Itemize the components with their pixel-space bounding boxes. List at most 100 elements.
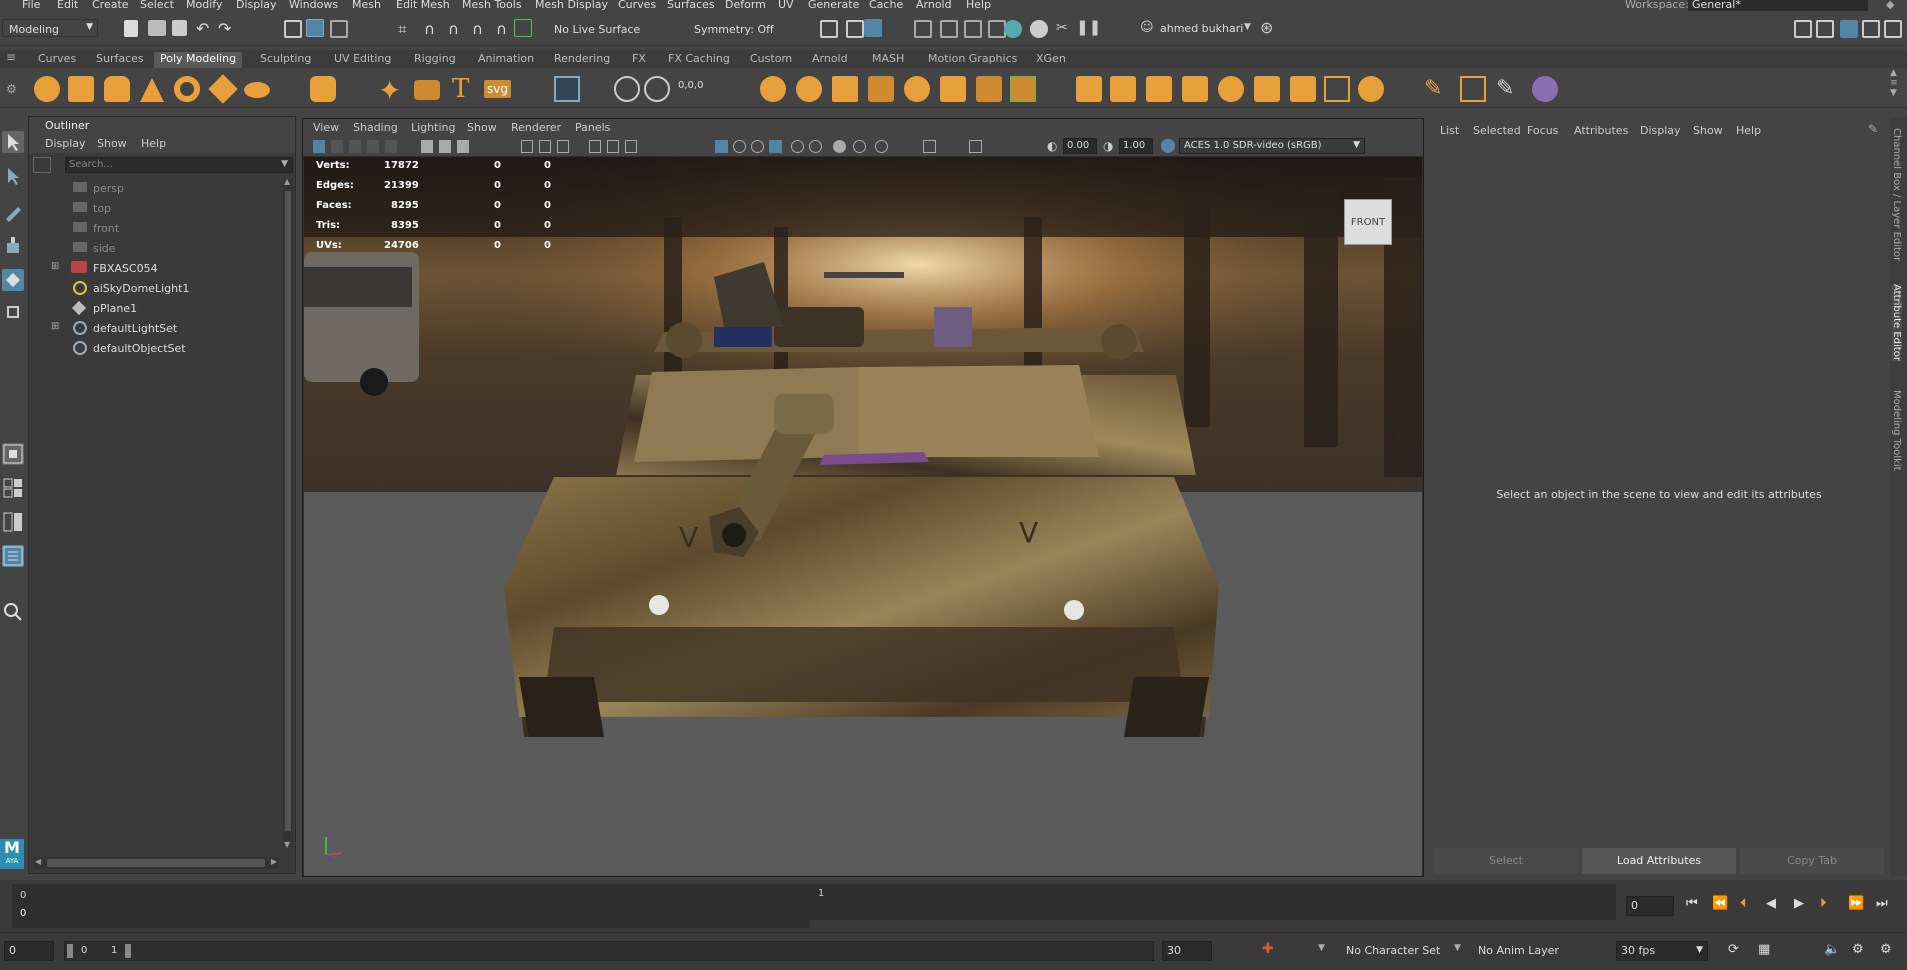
- quad-draw-icon[interactable]: [1010, 76, 1036, 102]
- select-camera-icon[interactable]: [313, 140, 325, 153]
- pause-icon[interactable]: ❚❚: [1076, 18, 1101, 36]
- tab-poly-modeling[interactable]: Poly Modeling: [154, 52, 243, 68]
- move-tool-icon[interactable]: [2, 235, 24, 257]
- svg-tool-icon[interactable]: svg: [484, 80, 511, 98]
- render-view-icon[interactable]: [846, 20, 864, 38]
- bridge-face-icon[interactable]: [832, 76, 858, 102]
- menu-mesh[interactable]: Mesh: [352, 0, 381, 11]
- redo-icon[interactable]: ↷: [218, 19, 231, 38]
- channel-box-toggle-icon[interactable]: [1840, 20, 1858, 38]
- platonic-solid-icon[interactable]: [310, 76, 336, 102]
- open-scene-icon[interactable]: [148, 20, 166, 36]
- view-transform-dropdown[interactable]: ACES 1.0 SDR-video (sRGB) ▼: [1179, 138, 1365, 154]
- poly-cylinder-icon[interactable]: [104, 76, 130, 102]
- tab-fx[interactable]: FX: [630, 52, 648, 68]
- cache-icon[interactable]: ▦: [1758, 942, 1770, 957]
- outliner-item-persp[interactable]: persp: [29, 179, 279, 199]
- outliner-item-defaultobjectset[interactable]: defaultObjectSet: [29, 339, 279, 359]
- time-slider-track-left[interactable]: 0 0: [12, 884, 810, 928]
- outliner-item-front[interactable]: front: [29, 219, 279, 239]
- tab-arnold[interactable]: Arnold: [810, 52, 850, 68]
- viewport-menu-renderer[interactable]: Renderer: [511, 121, 561, 134]
- menu-generate[interactable]: Generate: [808, 0, 859, 11]
- offset-edge-icon[interactable]: [1076, 76, 1102, 102]
- ae-menu-help[interactable]: Help: [1736, 124, 1761, 137]
- pin-icon[interactable]: ✎: [1868, 122, 1878, 136]
- gate-icon[interactable]: [923, 140, 936, 153]
- render-current-icon[interactable]: [864, 19, 882, 37]
- insert-edge-loop-icon[interactable]: [1110, 76, 1136, 102]
- gamma-field[interactable]: 1.00: [1119, 138, 1153, 154]
- depth-of-field-icon[interactable]: [875, 140, 888, 153]
- menu-mesh-display[interactable]: Mesh Display: [535, 0, 608, 11]
- ae-select-button[interactable]: Select: [1434, 848, 1578, 874]
- start-time-field[interactable]: 0: [4, 941, 54, 961]
- go-to-start-icon[interactable]: ⏮: [1686, 896, 1698, 911]
- snap-curve-icon[interactable]: ∩: [424, 20, 435, 38]
- menu-edit-mesh[interactable]: Edit Mesh: [396, 0, 450, 11]
- poly-cone-icon[interactable]: [140, 78, 164, 102]
- construction-history-icon[interactable]: [820, 20, 838, 38]
- xray-icon[interactable]: [733, 140, 746, 153]
- preferences-icon[interactable]: ⚙: [1880, 942, 1892, 957]
- two-view-layout-icon[interactable]: [2, 511, 24, 533]
- loop-icon[interactable]: ⟳: [1728, 942, 1739, 957]
- shelf-menu-icon[interactable]: ≡: [6, 50, 16, 64]
- tab-sculpting[interactable]: Sculpting: [258, 52, 313, 68]
- shaded-mode-icon[interactable]: [715, 140, 728, 153]
- arnold-ipr-icon[interactable]: ✂: [1056, 20, 1068, 36]
- step-forward-key-icon[interactable]: ⏩: [1848, 896, 1864, 911]
- ambient-occlusion-icon[interactable]: [791, 140, 804, 153]
- poly-torus-icon[interactable]: [174, 76, 200, 102]
- light-editor-icon[interactable]: [1004, 20, 1022, 38]
- ae-menu-attributes[interactable]: Attributes: [1574, 124, 1628, 137]
- menu-arnold[interactable]: Arnold: [916, 0, 952, 11]
- save-scene-icon[interactable]: [172, 20, 187, 36]
- select-component-icon[interactable]: [330, 20, 348, 38]
- layout-icon[interactable]: [1794, 20, 1812, 38]
- combine-icon[interactable]: [554, 76, 580, 102]
- 2d-pan-zoom-icon[interactable]: [385, 140, 397, 153]
- viewport-menu-shading[interactable]: Shading: [353, 121, 398, 134]
- snap-view-icon[interactable]: ∩: [472, 20, 483, 38]
- anti-aliasing-icon[interactable]: [853, 140, 866, 153]
- viewport-menu-show[interactable]: Show: [467, 121, 497, 134]
- lights-icon[interactable]: [607, 140, 619, 153]
- viewport-menu-view[interactable]: View: [313, 121, 339, 134]
- end-time-field[interactable]: 30: [1162, 941, 1212, 961]
- grid-toggle-icon[interactable]: [457, 140, 469, 153]
- poke-icon[interactable]: [1146, 76, 1172, 102]
- menu-help[interactable]: Help: [966, 0, 991, 11]
- help-search-icon[interactable]: ⊛: [1260, 18, 1273, 37]
- outliner-menu-help[interactable]: Help: [141, 137, 166, 150]
- resolution-gate-icon[interactable]: [969, 140, 982, 153]
- paint-select-tool-icon[interactable]: [2, 201, 24, 223]
- select-object-icon[interactable]: [306, 19, 324, 37]
- modeling-toolkit-toggle-icon[interactable]: [1884, 20, 1902, 38]
- image-plane-icon[interactable]: [367, 140, 379, 153]
- menu-set-dropdown[interactable]: Modeling ▼: [2, 19, 98, 37]
- conform-icon[interactable]: [1324, 76, 1350, 102]
- transfer-attributes-icon[interactable]: [1532, 76, 1558, 102]
- sculpt-brush-icon[interactable]: ✎: [1424, 76, 1442, 101]
- snap-surface-icon[interactable]: ∩: [496, 20, 507, 38]
- range-end-handle[interactable]: [125, 944, 131, 958]
- wedge-icon[interactable]: [1182, 76, 1208, 102]
- menu-windows[interactable]: Windows: [289, 0, 338, 11]
- snap-point-icon[interactable]: ∩: [448, 20, 459, 38]
- tab-animation[interactable]: Animation: [476, 52, 536, 68]
- outliner-menu-show[interactable]: Show: [97, 137, 127, 150]
- go-to-end-icon[interactable]: ⏭: [1876, 896, 1888, 911]
- user-account[interactable]: ☺ ahmed bukhari ▼: [1136, 20, 1256, 38]
- ae-menu-display[interactable]: Display: [1640, 124, 1681, 137]
- workspace-menu-icon[interactable]: ◆: [1886, 0, 1894, 11]
- sound-icon[interactable]: 🔈: [1824, 942, 1840, 957]
- single-perspective-layout-icon[interactable]: [2, 443, 24, 465]
- fps-dropdown[interactable]: 30 fps ▼: [1616, 941, 1708, 961]
- menu-modify[interactable]: Modify: [186, 0, 222, 11]
- scroll-right-icon[interactable]: ▶: [271, 857, 277, 866]
- step-back-key-icon[interactable]: ⏪: [1712, 896, 1728, 911]
- grease-pencil-icon[interactable]: [421, 140, 433, 153]
- attribute-layout-icon[interactable]: [1816, 20, 1834, 38]
- outliner-item-side[interactable]: side: [29, 239, 279, 259]
